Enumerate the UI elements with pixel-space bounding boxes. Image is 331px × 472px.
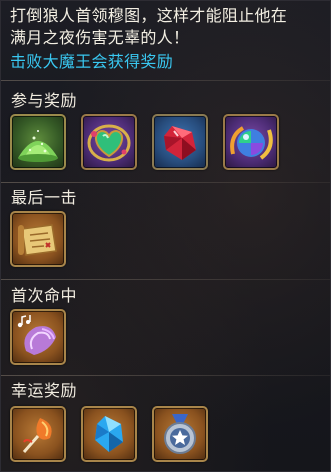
reward-slot-star-medal[interactable]: [152, 406, 208, 462]
rainbow-orb-icon: [230, 126, 273, 160]
silver-star-medal-icon: [164, 414, 196, 454]
section-title-last-hit: 最后一击: [11, 188, 78, 207]
section-title-participation: 参与奖励: [11, 91, 78, 110]
reward-slot-rainbow-orb[interactable]: [223, 114, 279, 170]
blue-crystal-icon: [95, 416, 123, 452]
reward-slot-green-powder[interactable]: [10, 114, 66, 170]
reward-slot-red-crystal[interactable]: [152, 114, 208, 170]
section-divider: [1, 375, 330, 376]
section-divider: [1, 279, 330, 280]
green-powder-pile-icon: [18, 130, 58, 162]
section-title-lucky: 幸运奖励: [11, 381, 78, 400]
reward-slot-fire-feather[interactable]: [10, 406, 66, 462]
fire-feather-icon: [22, 418, 52, 453]
boss-reward-panel: 打倒狼人首领穆图，这样才能阻止他在 满月之夜伤害无辜的人！ 击败大魔王会获得奖励…: [0, 0, 331, 472]
music-conch-shell-icon: [17, 315, 56, 355]
red-crystal-icon: [164, 126, 196, 160]
section-divider: [1, 80, 330, 81]
reward-slot-conch-shell[interactable]: [10, 309, 66, 365]
treasure-map-scroll-icon: [18, 224, 57, 256]
reward-slot-treasure-map[interactable]: [10, 211, 66, 267]
boss-objective: 击败大魔王会获得奖励: [10, 52, 174, 71]
boss-description: 打倒狼人首领穆图，这样才能阻止他在 满月之夜伤害无辜的人！: [10, 6, 288, 47]
section-divider: [1, 182, 330, 183]
emerald-heart-amulet-icon: [87, 124, 131, 162]
section-title-first-hit: 首次命中: [11, 286, 78, 305]
reward-slot-heart-amulet[interactable]: [81, 114, 137, 170]
reward-slot-blue-crystal[interactable]: [81, 406, 137, 462]
